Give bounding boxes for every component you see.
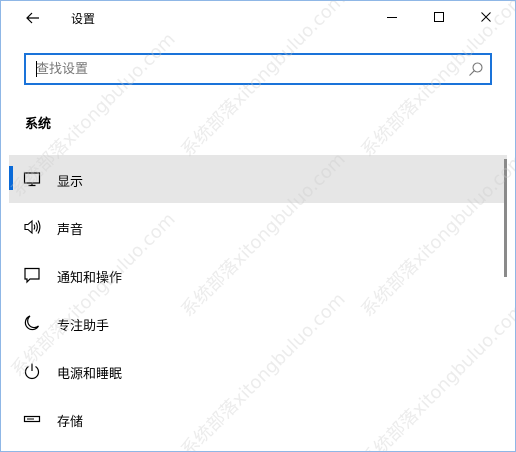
nav-item-focus-assist[interactable]: 专注助手 xyxy=(9,299,507,347)
storage-icon xyxy=(23,415,41,423)
search-input[interactable] xyxy=(36,60,456,78)
settings-window: 设置 系统 xyxy=(0,0,516,452)
minimize-button[interactable] xyxy=(369,1,415,33)
maximize-icon xyxy=(434,12,444,22)
nav-item-label: 电源和睡眠 xyxy=(57,367,123,382)
speaker-icon xyxy=(24,219,41,235)
nav-item-notifications[interactable]: 通知和操作 xyxy=(9,251,507,299)
close-button[interactable] xyxy=(463,1,509,33)
nav-item-display[interactable]: 显示 xyxy=(9,155,507,203)
nav-item-sound[interactable]: 声音 xyxy=(9,203,507,251)
title-bar: 设置 xyxy=(1,1,515,35)
selection-indicator xyxy=(9,166,13,190)
settings-nav: 显示 声音 通知和操作 专注助手 电源和睡眠 存储 xyxy=(9,155,507,443)
back-arrow-icon xyxy=(26,12,39,24)
moon-icon xyxy=(24,315,40,331)
notification-icon xyxy=(24,267,40,284)
close-icon xyxy=(481,12,491,22)
text-caret xyxy=(36,61,37,77)
monitor-icon xyxy=(23,172,41,187)
nav-item-label: 声音 xyxy=(57,223,84,238)
nav-item-storage[interactable]: 存储 xyxy=(9,395,507,443)
power-icon xyxy=(24,363,40,380)
search-icon[interactable] xyxy=(468,61,484,77)
maximize-button[interactable] xyxy=(416,1,462,33)
nav-item-label: 专注助手 xyxy=(57,319,110,334)
nav-item-power-sleep[interactable]: 电源和睡眠 xyxy=(9,347,507,395)
nav-item-label: 显示 xyxy=(57,175,84,190)
nav-item-label: 通知和操作 xyxy=(57,271,123,286)
section-title: 系统 xyxy=(25,117,52,132)
back-button[interactable] xyxy=(21,7,45,29)
nav-item-label: 存储 xyxy=(57,415,84,430)
search-box[interactable] xyxy=(24,53,492,85)
scrollbar-thumb[interactable] xyxy=(504,159,507,277)
window-title: 设置 xyxy=(71,12,96,26)
minimize-icon xyxy=(387,17,397,18)
